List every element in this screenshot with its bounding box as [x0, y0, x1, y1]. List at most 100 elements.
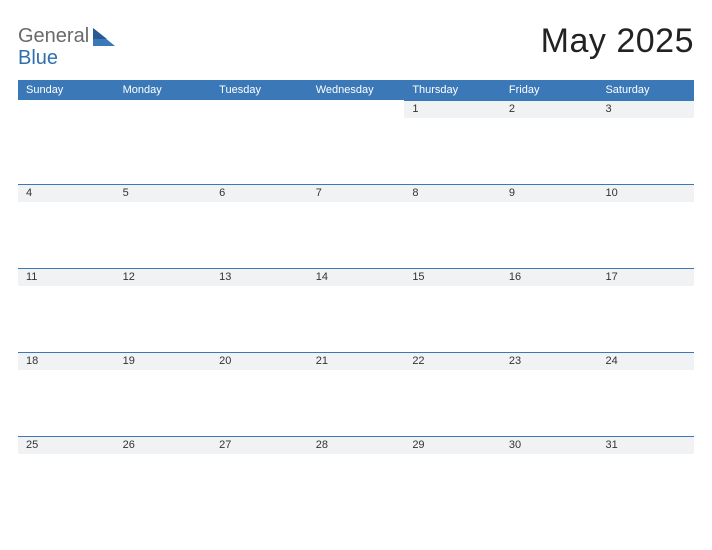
day-number: 20 [211, 353, 308, 370]
day-cell: 28 [308, 436, 405, 520]
day-number: 2 [501, 101, 598, 118]
day-body [211, 454, 308, 520]
day-body [308, 454, 405, 520]
day-cell: 16 [501, 268, 598, 352]
day-body [18, 370, 115, 436]
day-body [308, 202, 405, 268]
calendar-grid: Sunday Monday Tuesday Wednesday Thursday… [18, 80, 694, 520]
brand-word-1: General [18, 25, 89, 47]
day-body [404, 454, 501, 520]
day-number: 1 [404, 101, 501, 118]
day-cell: 13 [211, 268, 308, 352]
day-cell: 29 [404, 436, 501, 520]
week-row: 123 [18, 100, 694, 184]
day-cell: 2 [501, 100, 598, 184]
day-cell: 6 [211, 184, 308, 268]
day-cell-empty [115, 100, 212, 184]
dow-wednesday: Wednesday [308, 84, 405, 96]
day-number: 11 [18, 269, 115, 286]
day-number: 21 [308, 353, 405, 370]
day-cell-empty [18, 100, 115, 184]
day-body [115, 454, 212, 520]
day-body [501, 454, 598, 520]
day-body [404, 118, 501, 184]
day-body [211, 202, 308, 268]
day-body [211, 286, 308, 352]
day-body [404, 286, 501, 352]
dow-thursday: Thursday [404, 84, 501, 96]
day-body [211, 370, 308, 436]
day-number: 27 [211, 437, 308, 454]
day-cell-empty [211, 100, 308, 184]
day-cell: 3 [597, 100, 694, 184]
dow-saturday: Saturday [597, 84, 694, 96]
day-body [501, 118, 598, 184]
day-number: 14 [308, 269, 405, 286]
day-body [597, 286, 694, 352]
day-number: 4 [18, 185, 115, 202]
day-cell: 15 [404, 268, 501, 352]
week-row: 45678910 [18, 184, 694, 268]
day-number: 13 [211, 269, 308, 286]
day-number: 9 [501, 185, 598, 202]
dow-tuesday: Tuesday [211, 84, 308, 96]
day-number: 6 [211, 185, 308, 202]
day-number: 25 [18, 437, 115, 454]
day-cell: 5 [115, 184, 212, 268]
dow-friday: Friday [501, 84, 598, 96]
day-number: 16 [501, 269, 598, 286]
day-number: 3 [597, 101, 694, 118]
day-number: 30 [501, 437, 598, 454]
day-cell: 19 [115, 352, 212, 436]
week-row: 11121314151617 [18, 268, 694, 352]
day-cell: 27 [211, 436, 308, 520]
day-number: 17 [597, 269, 694, 286]
day-cell: 4 [18, 184, 115, 268]
day-body [597, 370, 694, 436]
day-cell: 17 [597, 268, 694, 352]
brand-text: General Blue [18, 26, 89, 68]
day-cell: 26 [115, 436, 212, 520]
day-number: 12 [115, 269, 212, 286]
day-number: 26 [115, 437, 212, 454]
weeks-container: 1234567891011121314151617181920212223242… [18, 100, 694, 520]
dow-monday: Monday [115, 84, 212, 96]
day-cell: 23 [501, 352, 598, 436]
day-number: 5 [115, 185, 212, 202]
day-number: 29 [404, 437, 501, 454]
day-cell: 7 [308, 184, 405, 268]
header: General Blue May 2025 [18, 22, 694, 68]
day-cell: 25 [18, 436, 115, 520]
day-number: 22 [404, 353, 501, 370]
day-body [115, 202, 212, 268]
day-body [501, 370, 598, 436]
brand-word-2: Blue [18, 48, 89, 68]
day-of-week-header: Sunday Monday Tuesday Wednesday Thursday… [18, 80, 694, 100]
day-number: 24 [597, 353, 694, 370]
day-number: 18 [18, 353, 115, 370]
day-body [501, 202, 598, 268]
day-body [18, 454, 115, 520]
day-body [597, 202, 694, 268]
day-body [115, 286, 212, 352]
day-body [404, 370, 501, 436]
day-number: 19 [115, 353, 212, 370]
day-body [404, 202, 501, 268]
day-number: 10 [597, 185, 694, 202]
day-cell: 20 [211, 352, 308, 436]
day-cell: 10 [597, 184, 694, 268]
day-cell: 31 [597, 436, 694, 520]
day-cell: 9 [501, 184, 598, 268]
day-cell: 30 [501, 436, 598, 520]
day-number: 31 [597, 437, 694, 454]
day-number: 23 [501, 353, 598, 370]
day-body [115, 370, 212, 436]
day-cell: 12 [115, 268, 212, 352]
day-number: 28 [308, 437, 405, 454]
calendar-title: May 2025 [541, 22, 694, 61]
day-body [308, 370, 405, 436]
brand-triangle-icon [93, 28, 115, 48]
day-cell: 24 [597, 352, 694, 436]
day-cell: 11 [18, 268, 115, 352]
day-cell: 1 [404, 100, 501, 184]
